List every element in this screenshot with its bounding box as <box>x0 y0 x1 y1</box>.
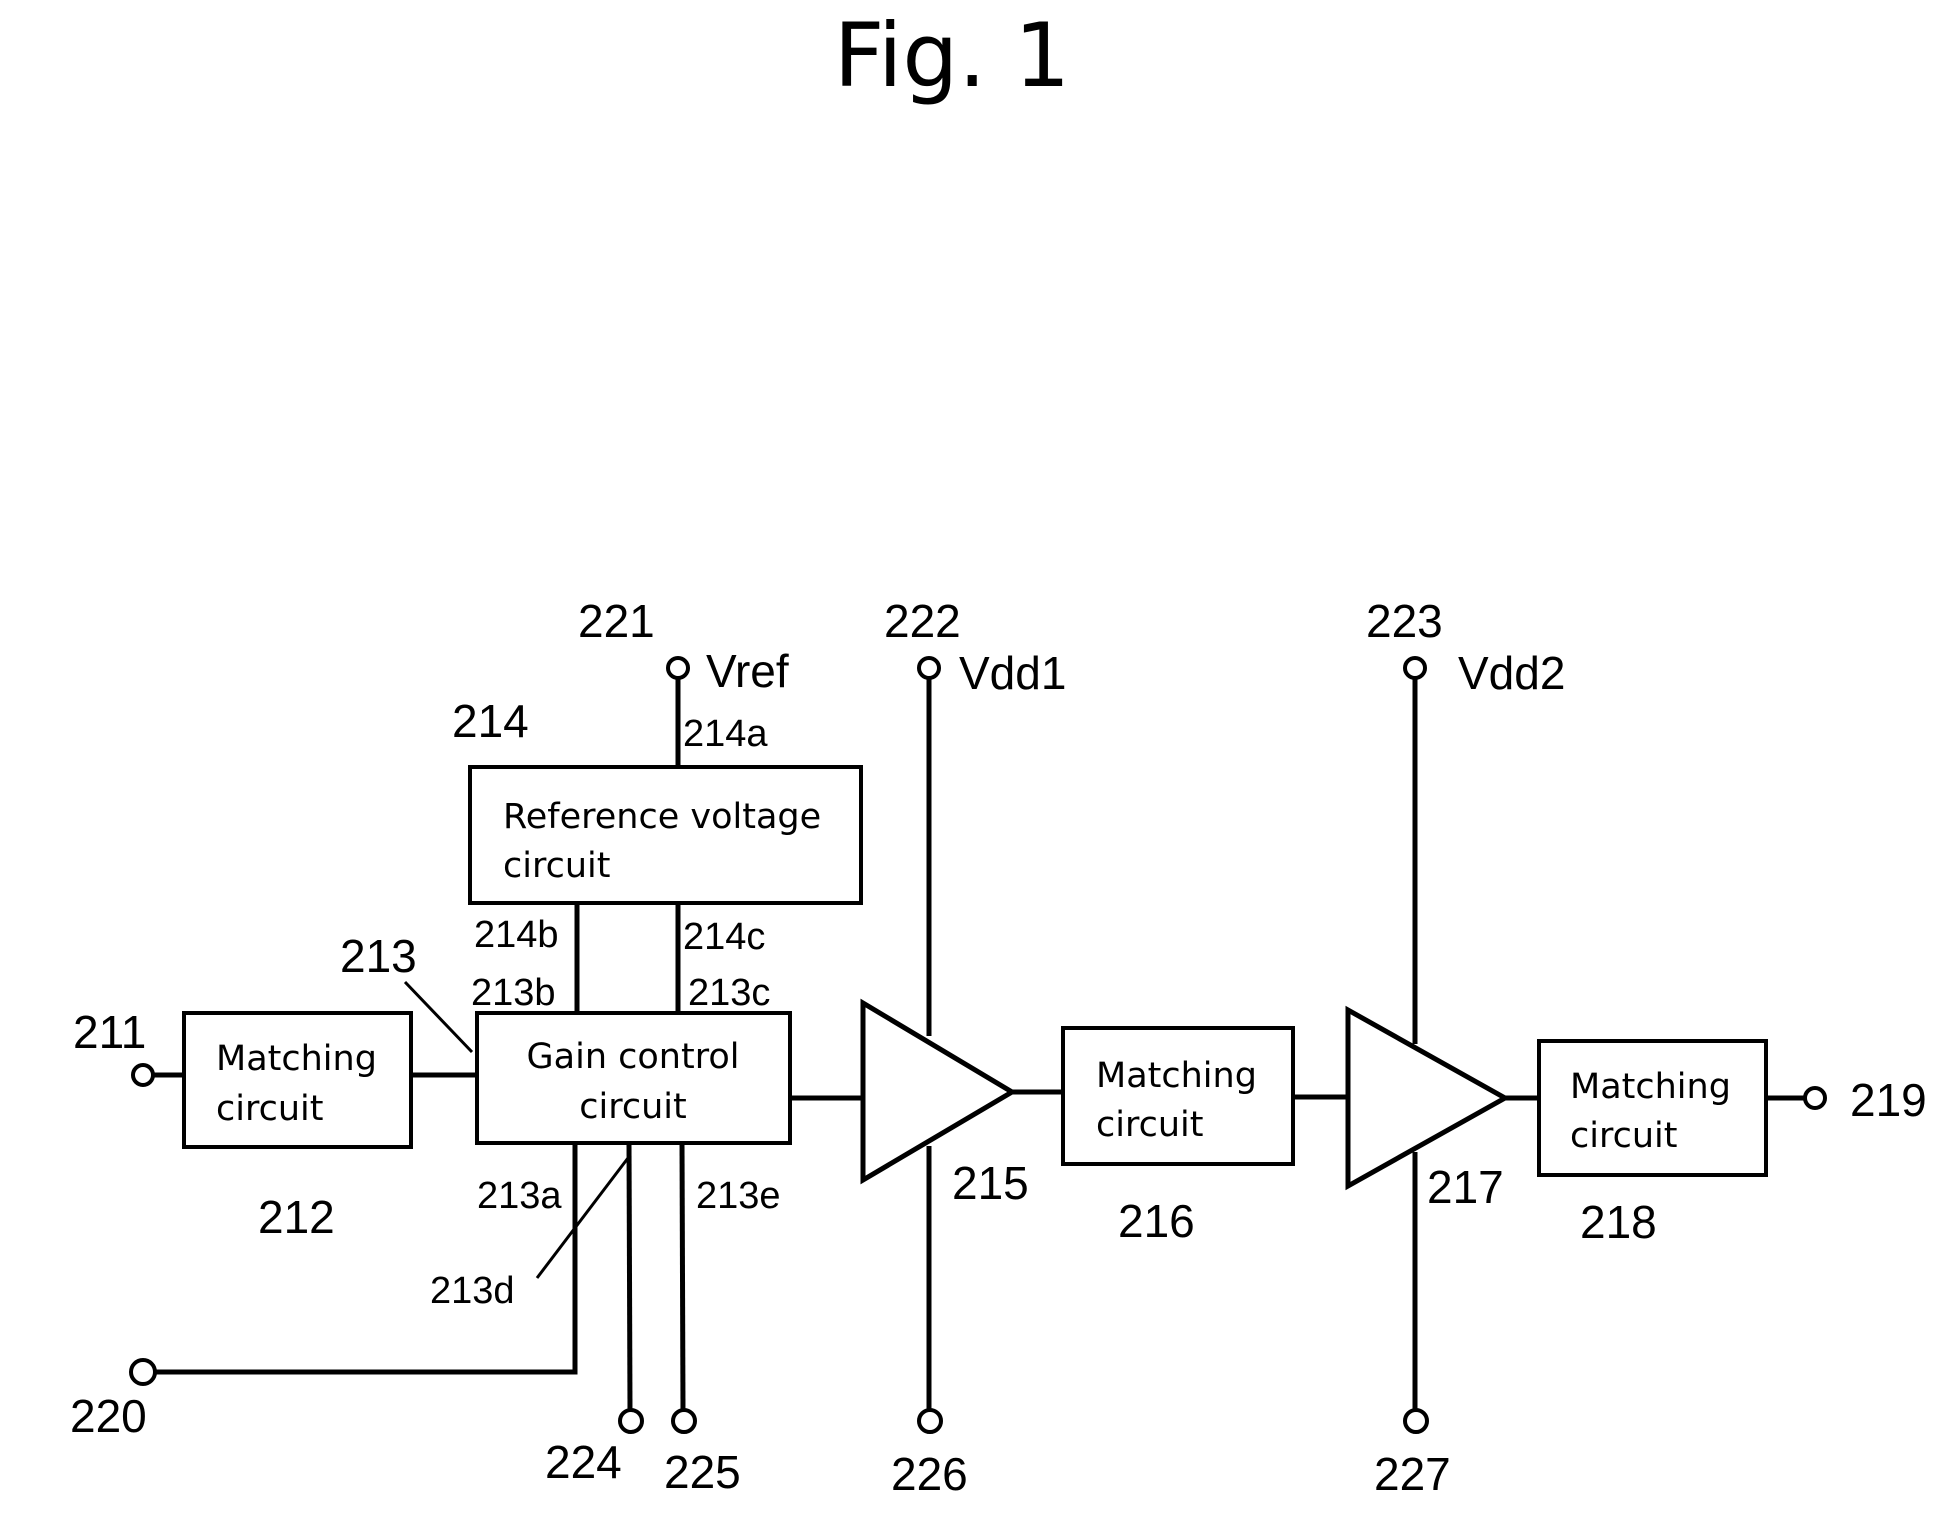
port-label-213a: 213a <box>477 1175 562 1217</box>
ref-label-225: 225 <box>664 1446 741 1498</box>
terminal-227 <box>1403 1408 1429 1434</box>
block-label-line1: Matching <box>1096 1056 1257 1096</box>
signal-label-vdd2: Vdd2 <box>1458 647 1565 699</box>
block-label-line1: Gain control <box>527 1037 740 1077</box>
ref-label-217: 217 <box>1427 1161 1504 1213</box>
port-label-214a: 214a <box>683 713 768 755</box>
reference-voltage-circuit-214: Reference voltage circuit <box>468 765 863 905</box>
leader-213 <box>403 980 474 1054</box>
port-label-213b: 213b <box>471 972 556 1014</box>
circuit-diagram: Fig. 1 Matching circuit 212 Gain control… <box>70 4 1927 1500</box>
ref-label-227: 227 <box>1374 1448 1451 1500</box>
ref-label-220: 220 <box>70 1390 147 1442</box>
ref-label-215: 215 <box>952 1157 1029 1209</box>
terminal-211 <box>131 1063 155 1087</box>
terminal-220 <box>129 1358 157 1386</box>
matching-circuit-212: Matching circuit <box>182 1011 413 1149</box>
ref-label-223: 223 <box>1366 595 1443 647</box>
ref-label-212: 212 <box>258 1191 335 1243</box>
ref-label-218: 218 <box>1580 1196 1657 1248</box>
terminal-223-vdd2 <box>1403 656 1427 680</box>
terminal-221-vref <box>666 656 690 680</box>
signal-label-vdd1: Vdd1 <box>959 647 1066 699</box>
ref-label-216: 216 <box>1118 1195 1195 1247</box>
matching-circuit-216: Matching circuit <box>1061 1026 1295 1166</box>
block-label-line1: Reference voltage <box>503 797 821 837</box>
block-label-line1: Matching <box>216 1039 377 1079</box>
wire-213d-to-224 <box>626 1142 633 1412</box>
figure-title: Fig. 1 <box>834 4 1070 107</box>
ref-label-226: 226 <box>891 1448 968 1500</box>
amplifier-triangle-icon <box>1345 1005 1511 1191</box>
amplifier-215 <box>860 998 1017 1185</box>
ref-label-221: 221 <box>578 595 655 647</box>
terminal-225 <box>671 1408 697 1434</box>
block-label-line2: circuit <box>216 1089 323 1129</box>
port-label-214c: 214c <box>683 916 765 958</box>
ref-label-214: 214 <box>452 695 529 747</box>
block-label-line2: circuit <box>579 1087 686 1127</box>
wire-213e-to-225 <box>679 1142 686 1412</box>
gain-control-circuit-213: Gain control circuit <box>475 1011 792 1145</box>
terminal-226 <box>917 1408 943 1434</box>
signal-label-vref: Vref <box>706 645 789 697</box>
block-label-line2: circuit <box>503 846 610 886</box>
port-label-213c: 213c <box>688 972 770 1014</box>
ref-label-213: 213 <box>340 930 417 982</box>
amplifier-triangle-icon <box>860 998 1017 1185</box>
terminal-222-vdd1 <box>917 656 941 680</box>
block-label-line1: Matching <box>1570 1067 1731 1107</box>
ref-label-222: 222 <box>884 595 961 647</box>
ref-label-219: 219 <box>1850 1074 1927 1126</box>
amplifier-217 <box>1345 1005 1511 1191</box>
block-label-line2: circuit <box>1570 1116 1677 1156</box>
block-label-line2: circuit <box>1096 1105 1203 1145</box>
ref-label-224: 224 <box>545 1436 622 1488</box>
terminal-219 <box>1803 1086 1827 1110</box>
terminal-224 <box>618 1408 644 1434</box>
port-label-213d: 213d <box>430 1270 515 1312</box>
ref-label-211: 211 <box>73 1006 146 1058</box>
matching-circuit-218: Matching circuit <box>1537 1039 1768 1177</box>
port-label-214b: 214b <box>474 914 559 956</box>
port-label-213e: 213e <box>696 1175 781 1217</box>
